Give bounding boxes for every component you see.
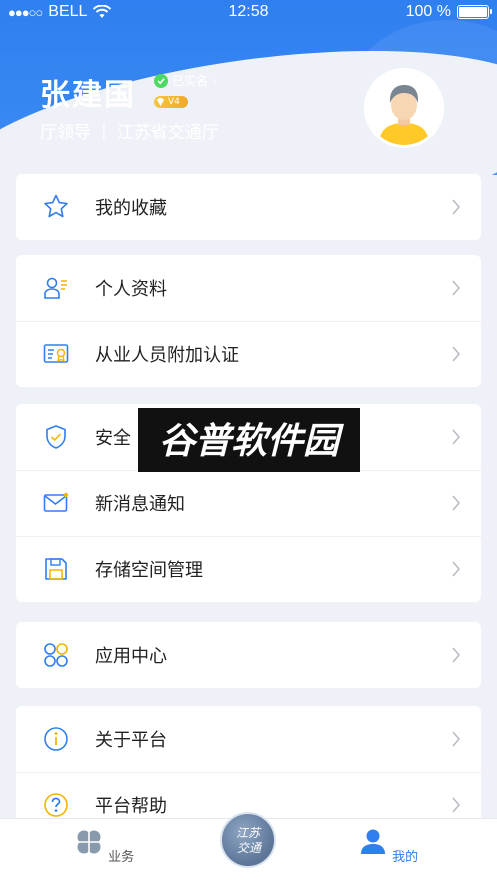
save-icon [42,555,70,583]
vip-badge: V4 [154,96,188,108]
chevron-right-icon [452,647,461,663]
verified-check-icon [154,73,168,88]
menu-item-certification[interactable]: 从业人员附加认证 [16,321,481,387]
chevron-right-icon [452,797,461,813]
vip-level: V4 [168,97,180,107]
apps-icon [42,641,70,669]
chevron-right-icon [452,561,461,577]
center-logo-text-top: 江苏 [236,826,262,840]
chevron-right-icon [452,280,461,296]
menu-item-label: 存储空间管理 [95,560,203,581]
info-separator: | [101,120,107,141]
status-bar: ●●●○○ BELL 12:58 100 % [0,0,497,26]
person-icon [360,829,385,854]
user-avatar-icon [367,71,441,145]
diamond-icon [157,98,164,106]
center-logo-button[interactable]: 江苏 交通 [220,812,276,868]
verified-badge[interactable]: 已实名 › [154,72,217,89]
watermark-logo: 谷普软件园 [159,421,344,462]
certificate-icon [42,340,70,368]
menu-item-notifications[interactable]: 新消息通知 [16,470,481,536]
user-role: 厅领导 [40,123,91,143]
tab-business[interactable]: 业务 [64,827,144,865]
menu-item-label: 个人资料 [95,279,167,300]
chevron-right-icon [452,429,461,445]
clover-icon [76,830,101,854]
menu-item-label: 平台帮助 [95,796,167,817]
svg-text:谷普软件园: 谷普软件园 [159,421,344,462]
mail-icon [42,489,70,517]
menu-item-label: 关于平台 [95,730,167,751]
center-logo-text-bottom: 交通 [237,841,263,855]
tab-business-label: 业务 [108,850,135,865]
avatar[interactable] [364,68,444,148]
menu-item-label: 安全 [95,428,131,449]
help-icon [42,791,70,818]
user-info: 厅领导 | 江苏省交通厅 [40,118,219,144]
status-right: 100 % [405,3,492,21]
menu-item-storage[interactable]: 存储空间管理 [16,536,481,602]
menu-card-apps: 应用中心 [16,622,481,688]
chevron-right-icon [452,731,461,747]
menu-item-app-center[interactable]: 应用中心 [16,622,481,688]
user-name: 张建国 [40,78,136,113]
menu-item-favorites[interactable]: 我的收藏 [16,174,481,240]
menu-card-profile: 个人资料 从业人员附加认证 [16,255,481,387]
battery-percent: 100 % [405,3,451,20]
tab-mine[interactable]: 我的 [348,827,428,865]
menu-item-label: 应用中心 [95,646,167,667]
menu-item-personal-info[interactable]: 个人资料 [16,255,481,321]
watermark: 谷普软件园 [138,408,360,472]
chevron-right-icon [452,495,461,511]
menu-card-about: 关于平台 平台帮助 [16,706,481,818]
menu-item-label: 我的收藏 [95,198,167,219]
menu-item-label: 从业人员附加认证 [95,345,239,366]
star-icon [42,193,70,221]
user-organization: 江苏省交通厅 [116,123,219,143]
info-icon [42,725,70,753]
center-logo-emblem: 江苏 交通 [236,826,263,855]
shield-icon [42,423,70,451]
battery-icon [457,5,492,19]
menu-card-favorites: 我的收藏 [16,174,481,240]
chevron-right-icon [452,199,461,215]
menu-item-label: 新消息通知 [95,494,185,515]
profile-icon [42,274,70,302]
tab-mine-label: 我的 [392,850,419,865]
chevron-right-icon [452,346,461,362]
verified-label: 已实名 › [172,74,217,88]
menu-item-about[interactable]: 关于平台 [16,706,481,772]
